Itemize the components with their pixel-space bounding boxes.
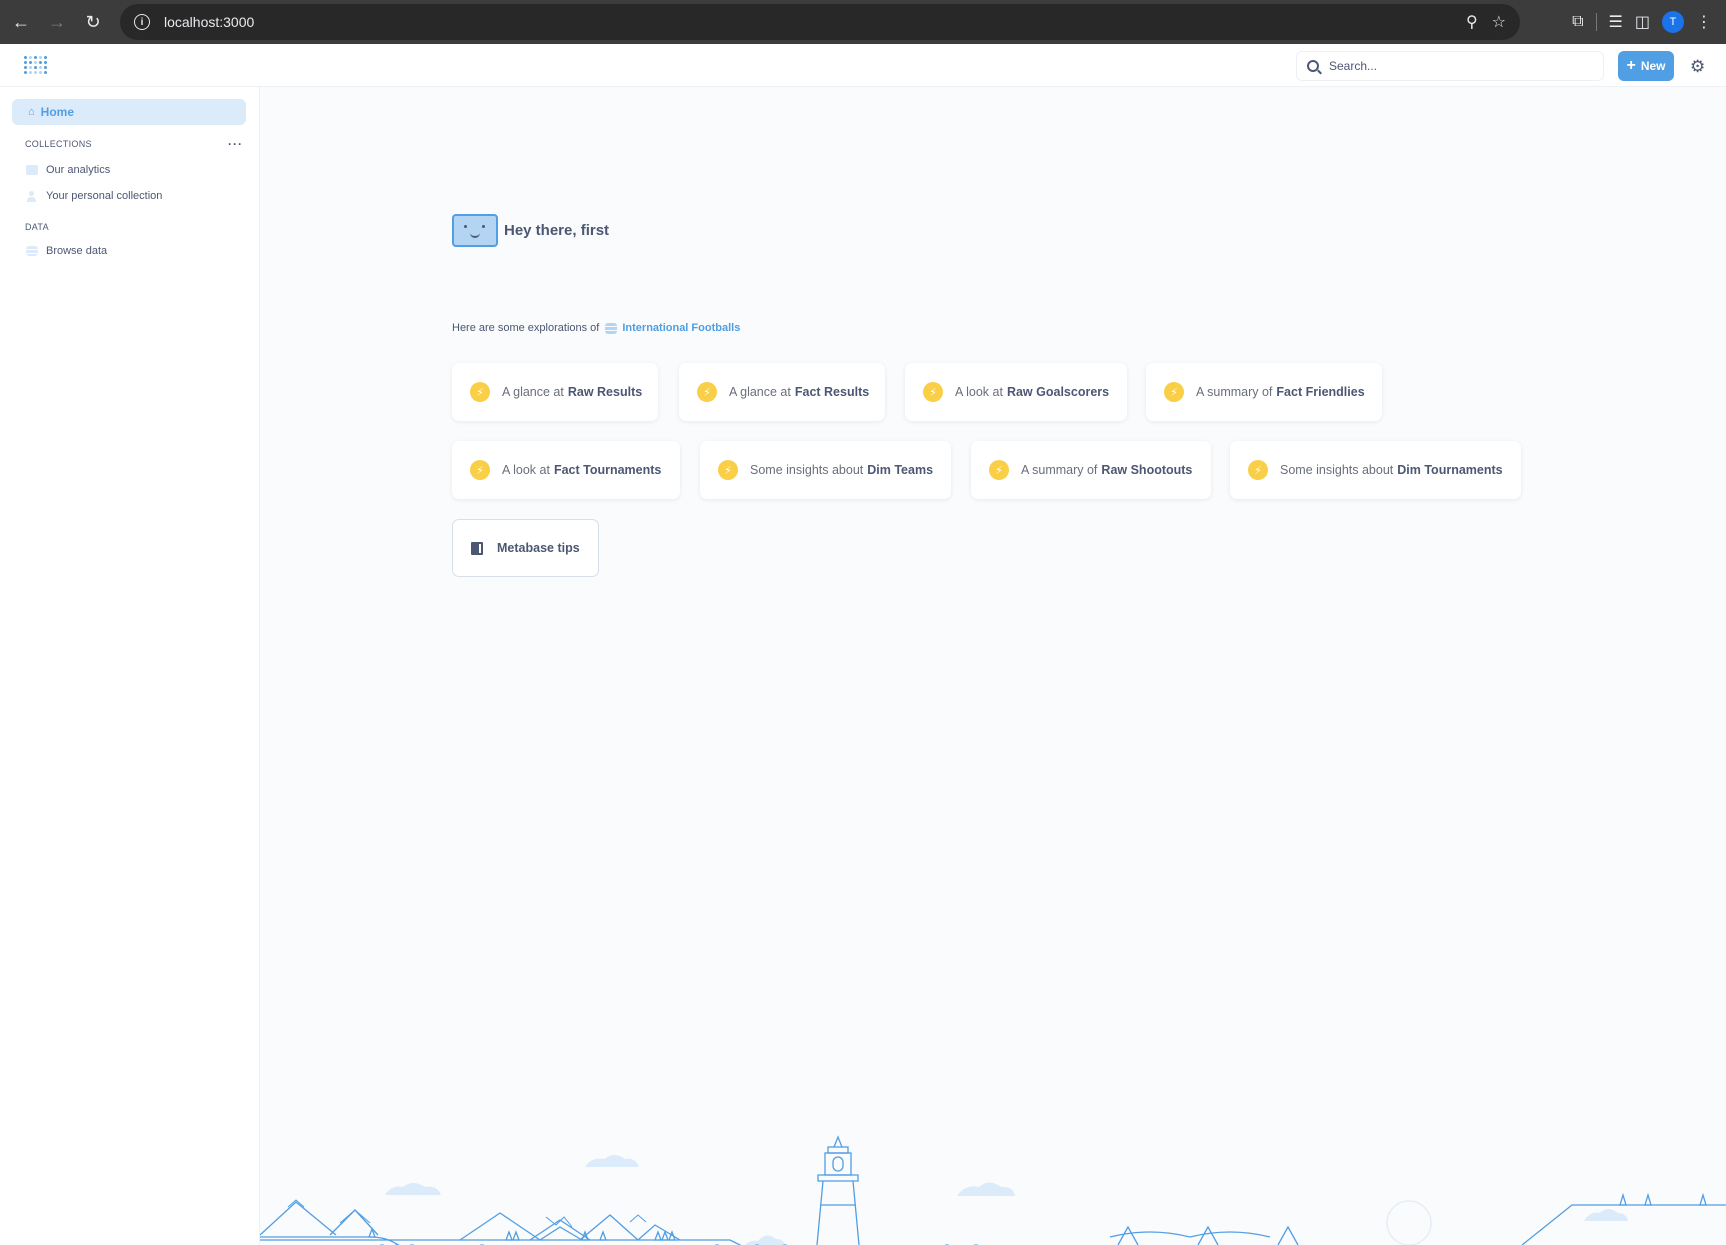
metabot-icon bbox=[452, 214, 498, 247]
greeting-text: Hey there, first bbox=[504, 222, 610, 239]
sidebar-item-home[interactable]: ⌂ Home bbox=[12, 99, 246, 125]
card-table-name: Fact Tournaments bbox=[553, 463, 662, 477]
card-table-name: Raw Results bbox=[567, 385, 643, 399]
database-link[interactable]: International Footballs bbox=[605, 322, 740, 334]
address-url[interactable]: localhost:3000 bbox=[164, 14, 254, 30]
home-icon: ⌂ bbox=[28, 106, 35, 118]
collections-options-icon[interactable]: ··· bbox=[228, 137, 243, 151]
zoom-icon[interactable]: ⚲ bbox=[1466, 12, 1478, 32]
tips-label: Metabase tips bbox=[497, 541, 580, 555]
sidebar-item-label: Our analytics bbox=[46, 164, 111, 176]
app-header: + New ⚙ bbox=[0, 44, 1726, 87]
metabase-tips-card[interactable]: Metabase tips bbox=[452, 519, 599, 577]
bolt-icon: ⚡ bbox=[923, 382, 943, 402]
collections-heading: COLLECTIONS bbox=[25, 139, 92, 149]
search-input[interactable] bbox=[1329, 59, 1579, 73]
bookmark-star-icon[interactable]: ☆ bbox=[1492, 12, 1506, 32]
database-icon bbox=[26, 246, 38, 256]
sidebar-item-label: Browse data bbox=[46, 245, 108, 257]
card-prefix: A summary of bbox=[1021, 463, 1098, 477]
plus-icon: + bbox=[1626, 57, 1636, 74]
xray-card[interactable]: ⚡ Some insights about Dim Tournaments bbox=[1230, 441, 1521, 499]
card-prefix: A glance at bbox=[502, 385, 564, 399]
sidebar-item-label: Home bbox=[40, 105, 74, 119]
main-content: Hey there, first Here are some explorati… bbox=[260, 87, 1726, 1245]
bolt-icon: ⚡ bbox=[718, 460, 738, 480]
card-prefix: Some insights about bbox=[1280, 463, 1394, 477]
metabase-logo-icon[interactable] bbox=[24, 56, 47, 76]
site-info-icon[interactable]: i bbox=[134, 14, 150, 30]
new-button-label: New bbox=[1640, 59, 1666, 73]
landscape-illustration bbox=[260, 1135, 1726, 1245]
card-table-name: Raw Shootouts bbox=[1101, 463, 1193, 477]
card-table-name: Dim Tournaments bbox=[1397, 463, 1503, 477]
xray-card[interactable]: ⚡ A glance at Raw Results bbox=[452, 363, 658, 421]
card-table-name: Fact Results bbox=[794, 385, 870, 399]
sidebar-item-personal-collection[interactable]: Your personal collection bbox=[26, 190, 162, 202]
explorations-heading: Here are some explorations of Internatio… bbox=[452, 322, 740, 334]
xray-card[interactable]: ⚡ A summary of Fact Friendlies bbox=[1146, 363, 1382, 421]
xray-card[interactable]: ⚡ A look at Fact Tournaments bbox=[452, 441, 680, 499]
bolt-icon: ⚡ bbox=[989, 460, 1009, 480]
book-icon bbox=[471, 541, 483, 555]
database-name: International Footballs bbox=[622, 322, 741, 334]
bolt-icon: ⚡ bbox=[1164, 382, 1184, 402]
bolt-icon: ⚡ bbox=[470, 460, 490, 480]
xray-card[interactable]: ⚡ Some insights about Dim Teams bbox=[700, 441, 951, 499]
bolt-icon: ⚡ bbox=[470, 382, 490, 402]
folder-icon bbox=[26, 165, 38, 175]
card-prefix: Some insights about bbox=[750, 463, 864, 477]
sidebar: ⌂ Home COLLECTIONS ··· Our analytics You… bbox=[0, 87, 260, 1245]
card-prefix: A summary of bbox=[1196, 385, 1273, 399]
sidebar-item-label: Your personal collection bbox=[46, 190, 163, 202]
search-bar[interactable] bbox=[1296, 51, 1604, 81]
card-table-name: Fact Friendlies bbox=[1276, 385, 1365, 399]
profile-avatar[interactable]: T bbox=[1662, 11, 1684, 33]
greeting: Hey there, first bbox=[452, 214, 609, 247]
sidebar-item-browse-data[interactable]: Browse data bbox=[26, 245, 107, 257]
card-table-name: Raw Goalscorers bbox=[1006, 385, 1110, 399]
bolt-icon: ⚡ bbox=[697, 382, 717, 402]
side-panel-icon[interactable]: ◫ bbox=[1635, 12, 1650, 32]
card-prefix: A glance at bbox=[729, 385, 791, 399]
card-table-name: Dim Teams bbox=[867, 463, 934, 477]
database-icon bbox=[605, 322, 618, 334]
card-prefix: A look at bbox=[955, 385, 1003, 399]
media-control-icon[interactable]: ☰ bbox=[1609, 12, 1623, 32]
browser-toolbar: ← → ↻ i localhost:3000 ⚲ ☆ ⧉ ☰ ◫ T ⋮ bbox=[0, 0, 1726, 44]
sidebar-item-our-analytics[interactable]: Our analytics bbox=[26, 164, 110, 176]
forward-icon[interactable]: → bbox=[42, 7, 72, 37]
toolbar-divider bbox=[1595, 13, 1597, 31]
gear-icon[interactable]: ⚙ bbox=[1690, 57, 1705, 77]
xray-card[interactable]: ⚡ A summary of Raw Shootouts bbox=[971, 441, 1211, 499]
new-button[interactable]: + New bbox=[1618, 51, 1674, 81]
extensions-icon[interactable]: ⧉ bbox=[1572, 13, 1583, 31]
xray-card[interactable]: ⚡ A glance at Fact Results bbox=[679, 363, 885, 421]
card-prefix: A look at bbox=[502, 463, 550, 477]
xray-card[interactable]: ⚡ A look at Raw Goalscorers bbox=[905, 363, 1127, 421]
explorations-prefix: Here are some explorations of bbox=[452, 322, 600, 334]
data-heading: DATA bbox=[25, 222, 49, 232]
reload-icon[interactable]: ↻ bbox=[78, 7, 108, 37]
address-bar[interactable]: i localhost:3000 ⚲ ☆ bbox=[120, 4, 1520, 40]
person-icon bbox=[26, 191, 38, 202]
search-icon bbox=[1307, 60, 1319, 72]
browser-menu-icon[interactable]: ⋮ bbox=[1696, 12, 1712, 32]
back-icon[interactable]: ← bbox=[6, 7, 36, 37]
bolt-icon: ⚡ bbox=[1248, 460, 1268, 480]
